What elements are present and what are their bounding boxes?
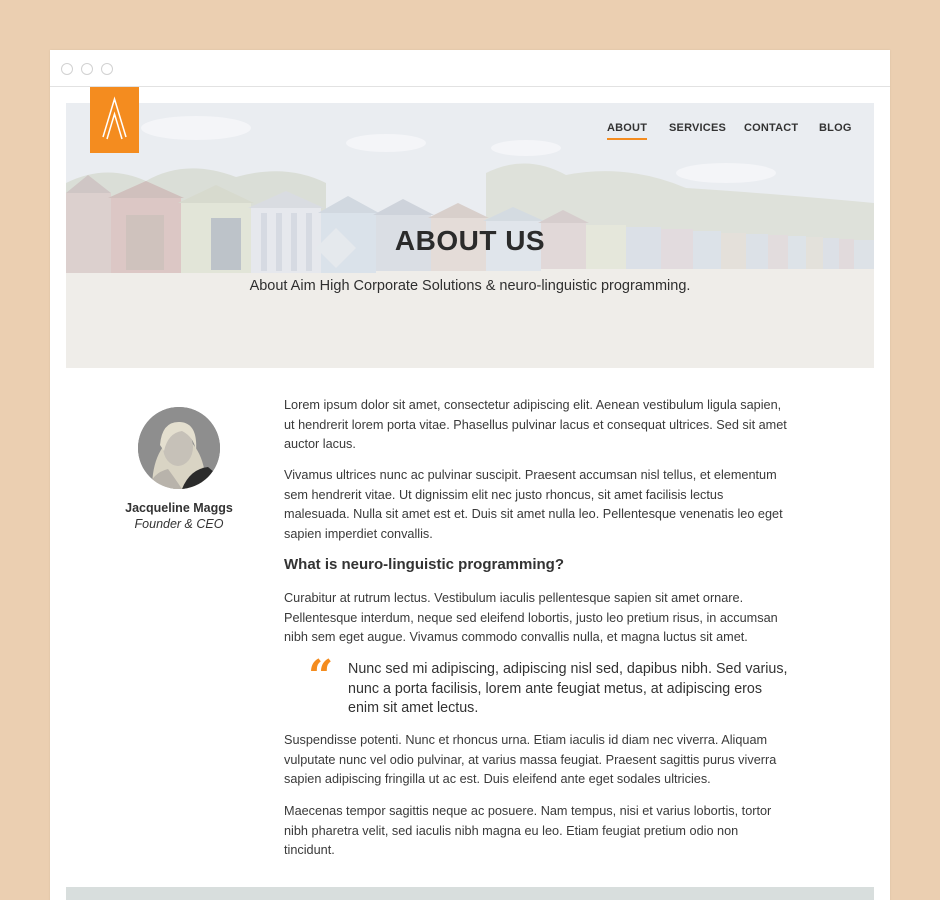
- author-role: Founder & CEO: [134, 517, 224, 531]
- window-titlebar: [50, 50, 890, 87]
- window-close-button[interactable]: [61, 63, 73, 75]
- footer-band: [66, 887, 874, 900]
- page-subtitle: About Aim High Corporate Solutions & neu…: [249, 278, 691, 294]
- nav-about[interactable]: ABOUT: [607, 122, 648, 140]
- paragraph-5: Maecenas tempor sagittis neque ac posuer…: [284, 804, 772, 858]
- quote-icon: “: [308, 651, 334, 702]
- window-minimize-button[interactable]: [81, 63, 93, 75]
- avatar: [138, 407, 220, 489]
- nav-services[interactable]: SERVICES: [669, 122, 726, 134]
- paragraph-3: Curabitur at rutrum lectus. Vestibulum i…: [284, 591, 778, 645]
- browser-window: ABOUT US About Aim High Corporate Soluti…: [50, 50, 890, 900]
- portrait-image: [138, 407, 220, 489]
- author-name: Jacqueline Maggs: [125, 501, 233, 515]
- author-profile: Jacqueline Maggs Founder & CEO: [100, 407, 258, 531]
- paragraph-4: Suspendisse potenti. Nunc et rhoncus urn…: [284, 733, 777, 787]
- nav-blog[interactable]: BLOG: [819, 122, 852, 134]
- paragraph-1: Lorem ipsum dolor sit amet, consectetur …: [284, 398, 787, 452]
- nav-contact[interactable]: CONTACT: [744, 122, 798, 134]
- main-navigation: ABOUT SERVICES CONTACT BLOG: [50, 122, 890, 146]
- window-maximize-button[interactable]: [101, 63, 113, 75]
- page-title: ABOUT US: [394, 225, 546, 256]
- section-heading: What is neuro-linguistic programming?: [284, 556, 565, 573]
- paragraph-2: Vivamus ultrices nunc ac pulvinar suscip…: [284, 468, 783, 541]
- pull-quote: Nunc sed mi adipiscing, adipiscing nisl …: [348, 661, 788, 716]
